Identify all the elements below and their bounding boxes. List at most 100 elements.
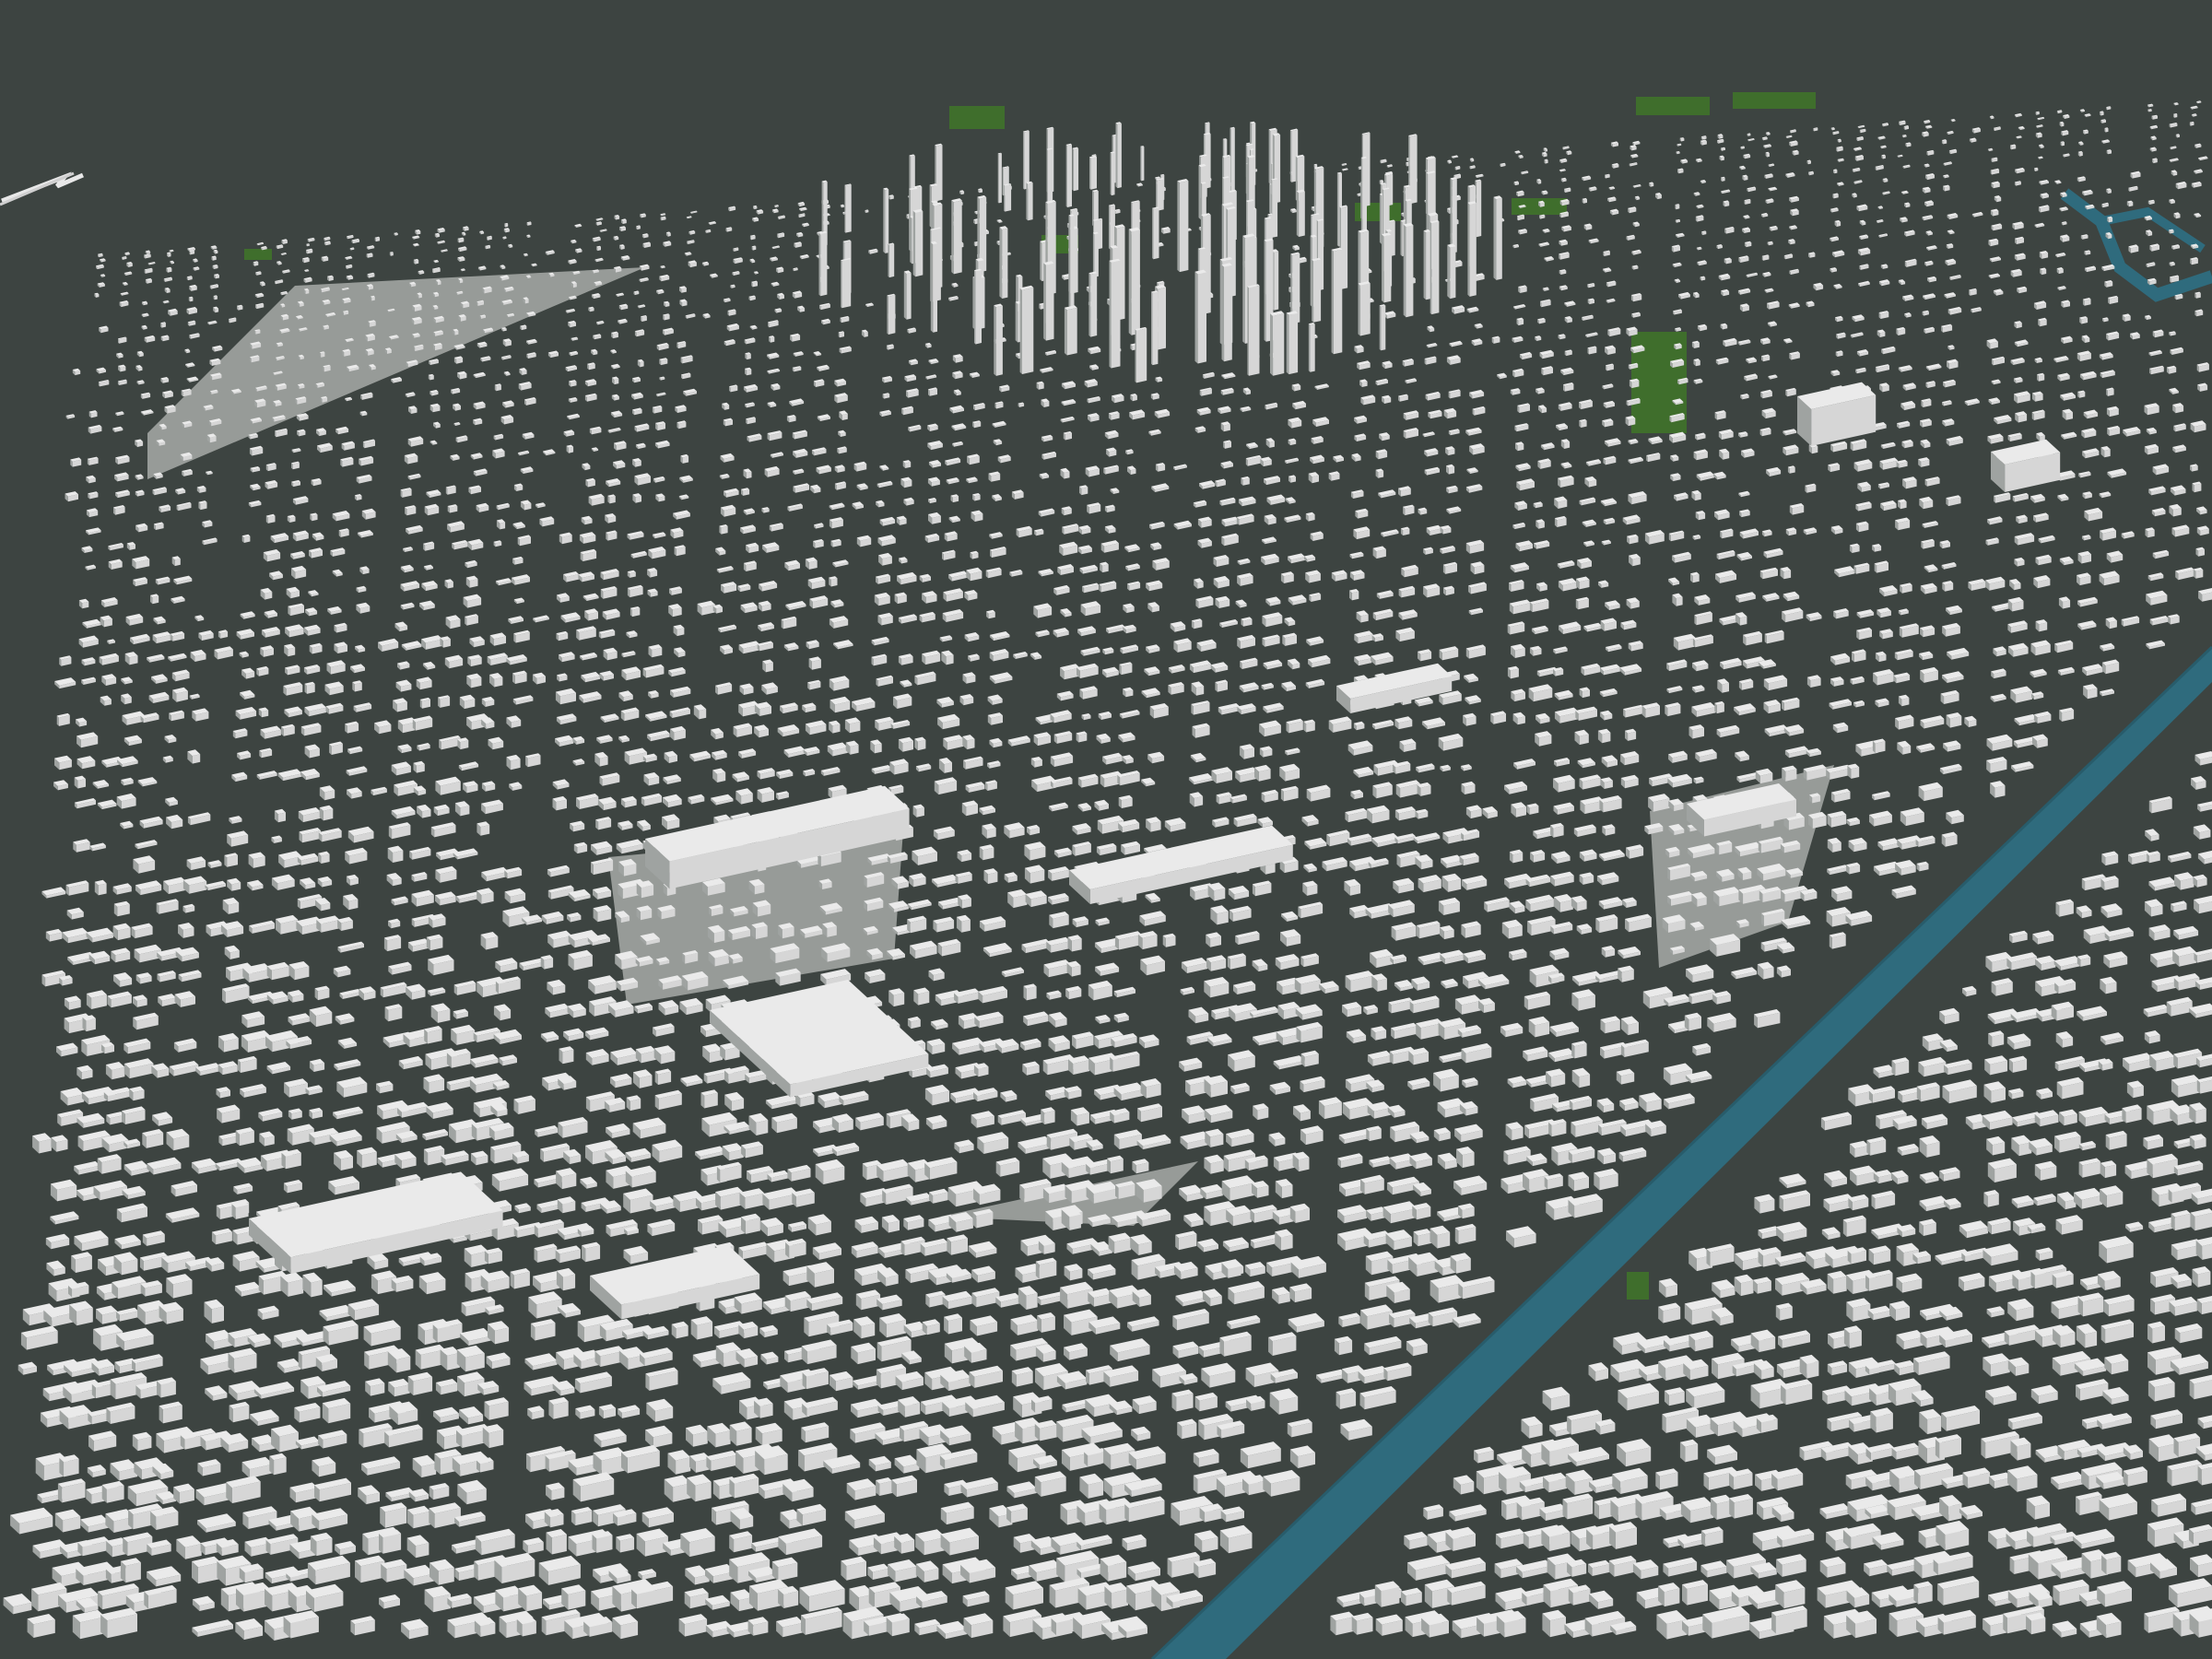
building xyxy=(552,795,567,811)
building xyxy=(371,295,375,301)
highrise xyxy=(887,293,896,335)
building xyxy=(1529,645,1542,656)
building xyxy=(1787,465,1795,474)
building xyxy=(477,888,494,904)
building xyxy=(1155,463,1166,472)
building xyxy=(1618,965,1634,982)
building xyxy=(206,433,217,443)
building xyxy=(274,808,286,823)
building xyxy=(354,494,362,500)
building xyxy=(1223,440,1231,449)
building xyxy=(1375,468,1384,478)
highrise xyxy=(912,208,924,277)
building xyxy=(1463,712,1477,726)
building xyxy=(1990,208,1999,217)
building xyxy=(126,262,133,267)
highrise xyxy=(1023,130,1030,190)
building xyxy=(1302,880,1318,896)
building xyxy=(962,672,976,684)
building xyxy=(214,274,219,279)
building xyxy=(629,606,641,618)
building xyxy=(1918,457,1930,467)
building xyxy=(762,659,773,673)
building xyxy=(559,1046,574,1065)
building xyxy=(745,367,752,376)
building xyxy=(1843,1325,1862,1348)
building xyxy=(806,1262,834,1288)
building xyxy=(1943,184,1950,192)
building xyxy=(309,1006,333,1028)
building xyxy=(2026,1612,2046,1635)
building xyxy=(1554,515,1567,527)
building xyxy=(383,935,402,952)
building xyxy=(406,1505,430,1529)
building xyxy=(287,514,296,523)
building xyxy=(1100,561,1109,573)
building xyxy=(922,1319,940,1335)
building xyxy=(192,1556,221,1584)
building xyxy=(749,234,756,241)
building xyxy=(1775,1580,1806,1609)
building xyxy=(1754,1194,1775,1214)
building xyxy=(844,717,861,734)
building xyxy=(829,576,838,587)
building xyxy=(1458,1203,1475,1219)
building xyxy=(229,1401,250,1423)
building xyxy=(752,900,771,917)
building xyxy=(769,335,775,343)
building xyxy=(1904,202,1911,208)
building xyxy=(596,245,601,252)
building xyxy=(983,868,998,884)
building xyxy=(1872,738,1886,754)
building xyxy=(1067,935,1082,952)
building xyxy=(1100,1554,1127,1582)
building xyxy=(2034,1160,2057,1181)
building xyxy=(2040,267,2047,276)
building xyxy=(1870,1407,1893,1433)
building xyxy=(2077,954,2091,967)
building xyxy=(1986,338,1998,349)
highrise xyxy=(1088,271,1098,337)
building xyxy=(1688,724,1704,739)
building xyxy=(636,880,654,899)
building xyxy=(1988,1030,2005,1048)
highrise xyxy=(1286,311,1299,375)
building xyxy=(674,545,686,557)
building xyxy=(1108,1232,1132,1254)
building xyxy=(2077,550,2091,564)
map-viewport[interactable] xyxy=(0,0,2212,1659)
building xyxy=(2194,291,2201,299)
building xyxy=(907,1016,921,1030)
building xyxy=(815,1159,845,1185)
building xyxy=(94,879,107,896)
building xyxy=(1582,197,1587,204)
building xyxy=(619,244,625,250)
highrise xyxy=(1156,178,1164,211)
building xyxy=(614,215,620,220)
building xyxy=(1177,1418,1197,1440)
building xyxy=(288,961,310,981)
building xyxy=(465,575,478,588)
building xyxy=(1717,134,1724,139)
building xyxy=(2010,1437,2031,1461)
building xyxy=(2175,134,2180,138)
building xyxy=(1913,1581,1933,1605)
building xyxy=(69,1300,93,1326)
building xyxy=(1191,618,1203,629)
building xyxy=(218,1032,239,1053)
building xyxy=(2059,1109,2077,1126)
highrise xyxy=(1152,206,1159,260)
building xyxy=(1546,1068,1566,1088)
building xyxy=(1107,1155,1124,1174)
building xyxy=(1511,643,1525,658)
building xyxy=(605,513,617,524)
building xyxy=(2147,1377,2175,1402)
building xyxy=(1609,1522,1637,1549)
building xyxy=(482,1424,504,1449)
building xyxy=(86,990,107,1009)
highrise xyxy=(1092,231,1099,277)
building xyxy=(1412,1203,1431,1220)
building xyxy=(1206,932,1221,947)
building xyxy=(1253,1103,1269,1121)
building xyxy=(1872,544,1882,552)
